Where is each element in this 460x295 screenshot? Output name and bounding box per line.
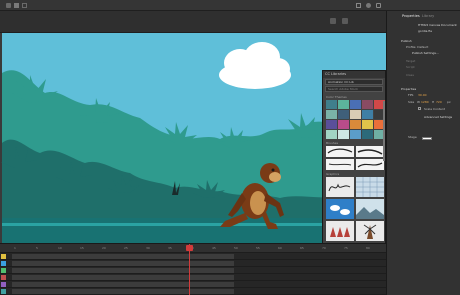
properties-panel-body: Properties Library HTML5 Canvas Document… [398,11,460,295]
cc-libraries-title: CC Libraries [323,71,385,78]
width-unit: W [417,100,420,104]
edit-symbols-icon[interactable] [330,18,336,24]
frame-number: 70 [322,246,326,250]
cc-libraries-panel: CC Libraries Animation CC Lib Search Ado… [322,70,386,250]
playhead[interactable] [189,244,190,295]
color-themes-heading: Color Themes [326,95,347,99]
frame-number: 65 [300,246,304,250]
graphic-item-trees[interactable] [326,221,354,241]
color-swatch[interactable] [362,100,373,109]
color-swatch[interactable] [350,130,361,139]
color-theme-swatches [326,100,385,139]
application-bar [0,0,460,11]
height-unit: H [432,100,435,104]
file-name: gorilla.fla [418,29,432,33]
profile-label: Profile: Default [406,45,429,49]
window-menu-icon[interactable] [14,3,19,8]
properties-section-heading[interactable]: Properties [401,87,416,91]
graphic-item-clouds[interactable] [326,199,354,219]
edit-bar [0,11,386,33]
frame-number: 15 [80,246,84,250]
graphic-item-signature[interactable] [326,177,354,197]
brush-item[interactable] [356,146,384,157]
brush-item[interactable] [326,146,354,157]
tab-library[interactable]: Library [422,14,434,18]
frame-number: 25 [124,246,128,250]
frame-number: 45 [212,246,216,250]
frame-number: 1 [14,246,16,250]
frame-number: 55 [256,246,260,250]
timeline-layer-row[interactable] [0,274,386,281]
advanced-settings-button[interactable]: Advanced Settings [424,115,452,119]
height-value[interactable]: 720 [436,100,442,104]
graphics-heading: Graphics [326,172,340,176]
layout-icon[interactable] [22,3,27,8]
workspace-menu-icon[interactable] [6,3,11,8]
graphic-item-grid[interactable] [356,177,384,197]
frame-ruler[interactable]: 15101520253035404550556065707580 [0,244,386,253]
scale-content-checkbox[interactable] [418,107,421,110]
class-label: Class [406,73,414,77]
stage-label: Stage [408,135,417,139]
color-swatch[interactable] [326,110,337,119]
frame-number: 80 [366,246,370,250]
brushes-grid [326,146,384,170]
frame-number: 20 [102,246,106,250]
clip-canvas-icon[interactable] [356,3,361,8]
script-label: Script [406,65,415,69]
color-swatch[interactable] [362,130,373,139]
color-swatch[interactable] [338,100,349,109]
graphic-item-windmill[interactable] [356,221,384,241]
fps-label: FPS [408,93,414,97]
color-swatch[interactable] [338,120,349,129]
size-label: Size [408,100,415,104]
edit-scene-icon[interactable] [342,18,348,24]
timeline-layer-row[interactable] [0,253,386,260]
timeline-layer-row[interactable] [0,288,386,295]
publish-settings-button[interactable]: Publish Settings... [412,51,439,55]
frame-number: 10 [58,246,62,250]
frame-number: 35 [168,246,172,250]
library-dropdown[interactable]: Animation CC Lib [325,79,383,85]
color-swatch[interactable] [362,120,373,129]
color-swatch[interactable] [338,130,349,139]
color-swatch[interactable] [326,100,337,109]
playhead-handle[interactable] [186,245,193,251]
frame-number: 60 [278,246,282,250]
frame-number: 5 [36,246,38,250]
timeline-layer-row[interactable] [0,281,386,288]
publish-section-heading[interactable]: Publish [401,39,412,43]
width-value[interactable]: 1280 [421,100,429,104]
timeline-layer-row[interactable] [0,267,386,274]
frame-number: 75 [344,246,348,250]
timeline-panel: 15101520253035404550556065707580 [0,243,386,295]
fps-value[interactable]: 30.00 [418,93,427,97]
graphic-item-landscape[interactable] [356,199,384,219]
brushes-heading: Brushes [326,141,339,145]
brush-item[interactable] [326,159,354,170]
scale-content-label: Scale Content [424,107,445,111]
timeline-layer-row[interactable] [0,260,386,267]
color-swatch[interactable] [326,130,337,139]
stage-color-swatch[interactable] [422,137,432,140]
document-type: HTML5 Canvas Document [418,23,457,27]
color-swatch[interactable] [362,110,373,119]
color-swatch[interactable] [326,120,337,129]
color-swatch[interactable] [350,110,361,119]
panel-scrollbar[interactable] [383,101,385,161]
target-label: Target [406,59,416,63]
brush-item[interactable] [356,159,384,170]
color-swatch[interactable] [350,100,361,109]
color-swatch[interactable] [338,110,349,119]
center-stage-icon[interactable] [366,3,371,8]
graphics-grid [326,177,384,241]
zoom-icon[interactable] [376,3,381,8]
unit-label: px [447,100,451,104]
frame-number: 50 [234,246,238,250]
color-swatch[interactable] [350,120,361,129]
tab-properties[interactable]: Properties [402,14,420,18]
frame-number: 30 [146,246,150,250]
stock-search-input[interactable]: Search Adobe Stock [325,86,383,92]
